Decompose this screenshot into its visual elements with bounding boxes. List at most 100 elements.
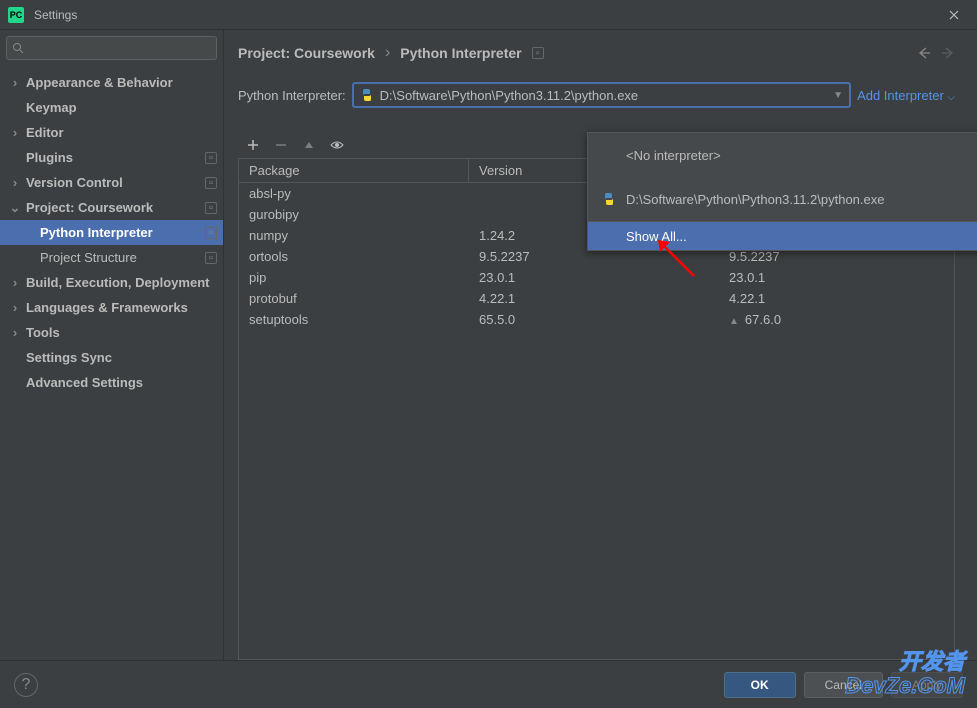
python-icon [360, 88, 374, 102]
cell-latest: 4.22.1 [719, 291, 954, 306]
upgrade-package-button[interactable] [300, 136, 318, 154]
cell-version: 65.5.0 [469, 312, 719, 327]
eye-icon [330, 138, 344, 152]
breadcrumb-separator: › [385, 44, 390, 62]
close-icon [949, 10, 959, 20]
cell-package-name: protobuf [239, 291, 469, 306]
settings-tree: › Appearance & Behavior Keymap › Editor Plugi… [0, 66, 223, 660]
content-area: Project: Coursework › Python Interpreter… [224, 30, 977, 660]
add-package-button[interactable] [244, 136, 262, 154]
tree-item-label: Python Interpreter [40, 225, 153, 240]
upgrade-icon: ▲ [729, 316, 739, 327]
interpreter-path: D:\Software\Python\Python3.11.2\python.e… [380, 88, 827, 103]
tree-item-label: Advanced Settings [26, 375, 143, 390]
chevron-icon: › [8, 126, 22, 140]
cell-package-name: setuptools [239, 312, 469, 327]
tree-item-keymap[interactable]: Keymap [0, 95, 223, 120]
cell-latest: 23.0.1 [719, 270, 954, 285]
chevron-icon: › [8, 276, 22, 290]
tree-item-settings-sync[interactable]: Settings Sync [0, 345, 223, 370]
tree-item-appearance-behavior[interactable]: › Appearance & Behavior [0, 70, 223, 95]
tree-item-build-execution-deployment[interactable]: › Build, Execution, Deployment [0, 270, 223, 295]
titlebar: PC Settings [0, 0, 977, 30]
tree-item-label: Project: Coursework [26, 200, 153, 215]
tree-item-label: Tools [26, 325, 60, 340]
interpreter-select[interactable]: D:\Software\Python\Python3.11.2\python.e… [352, 82, 851, 108]
project-scope-badge: ▫ [205, 177, 217, 189]
chevron-icon: ⌄ [8, 201, 22, 215]
interpreter-label: Python Interpreter: [238, 88, 346, 103]
tree-item-advanced-settings[interactable]: Advanced Settings [0, 370, 223, 395]
tree-item-label: Project Structure [40, 250, 137, 265]
tree-item-editor[interactable]: › Editor [0, 120, 223, 145]
settings-sidebar: › Appearance & Behavior Keymap › Editor Plugi… [0, 30, 224, 660]
table-body: absl-pygurobipynumpy1.24.21.24.2ortools9… [239, 183, 954, 659]
remove-package-button[interactable] [272, 136, 290, 154]
cell-version: 23.0.1 [469, 270, 719, 285]
cell-version: 4.22.1 [469, 291, 719, 306]
col-header-package[interactable]: Package [239, 159, 469, 182]
tree-item-label: Languages & Frameworks [26, 300, 188, 315]
project-scope-badge: ▫ [205, 152, 217, 164]
cell-version: 9.5.2237 [469, 249, 719, 264]
tree-item-tools[interactable]: › Tools [0, 320, 223, 345]
project-scope-badge: ▫ [205, 202, 217, 214]
tree-item-python-interpreter[interactable]: Python Interpreter ▫ [0, 220, 223, 245]
ok-button[interactable]: OK [724, 672, 796, 698]
tree-item-label: Version Control [26, 175, 123, 190]
cell-package-name: ortools [239, 249, 469, 264]
table-row[interactable]: setuptools65.5.0▲67.6.0 [239, 309, 954, 330]
project-scope-badge: ▫ [205, 252, 217, 264]
breadcrumb-item[interactable]: Project: Coursework [238, 45, 375, 61]
show-early-button[interactable] [328, 136, 346, 154]
triangle-up-icon [303, 139, 315, 151]
chevron-icon: › [8, 176, 22, 190]
interpreter-dropdown: <No interpreter> D:\Software\Python\Pyth… [587, 132, 977, 251]
forward-button[interactable] [941, 46, 955, 60]
table-row[interactable]: protobuf4.22.14.22.1 [239, 288, 954, 309]
cell-latest: 9.5.2237 [719, 249, 954, 264]
tree-item-label: Appearance & Behavior [26, 75, 173, 90]
plus-icon [247, 139, 259, 151]
project-scope-badge: ▫ [532, 47, 544, 59]
cancel-button[interactable]: Cancel [804, 672, 883, 698]
dropdown-show-all[interactable]: Show All... [588, 222, 977, 250]
tree-item-languages-frameworks[interactable]: › Languages & Frameworks [0, 295, 223, 320]
tree-item-plugins[interactable]: Plugins ▫ [0, 145, 223, 170]
tree-item-label: Build, Execution, Deployment [26, 275, 209, 290]
back-button[interactable] [917, 46, 931, 60]
dropdown-no-interpreter[interactable]: <No interpreter> [588, 133, 977, 177]
cell-package-name: numpy [239, 228, 469, 243]
help-button[interactable]: ? [14, 673, 38, 697]
arrow-left-icon [917, 46, 931, 60]
tree-item-label: Settings Sync [26, 350, 112, 365]
python-icon [602, 192, 616, 206]
dropdown-current-interpreter[interactable]: D:\Software\Python\Python3.11.2\python.e… [588, 177, 977, 221]
chevron-icon: › [8, 326, 22, 340]
apply-button[interactable]: Apply [891, 672, 963, 698]
tree-item-label: Keymap [26, 100, 77, 115]
window-title: Settings [34, 8, 77, 22]
search-icon [12, 42, 24, 54]
arrow-right-icon [941, 46, 955, 60]
search-input[interactable] [6, 36, 217, 60]
chevron-icon: › [8, 76, 22, 90]
app-icon: PC [8, 7, 24, 23]
tree-item-label: Editor [26, 125, 64, 140]
dialog-footer: ? OK Cancel Apply [0, 660, 977, 708]
cell-package-name: absl-py [239, 186, 469, 201]
cell-package-name: gurobipy [239, 207, 469, 222]
breadcrumb-item: Python Interpreter [400, 45, 521, 61]
cell-package-name: pip [239, 270, 469, 285]
chevron-down-icon: ▼ [833, 90, 843, 101]
chevron-icon: › [8, 301, 22, 315]
add-interpreter-link[interactable]: Add Interpreter ⌵ [857, 88, 955, 103]
breadcrumb: Project: Coursework › Python Interpreter… [238, 44, 955, 62]
tree-item-project-structure[interactable]: Project Structure ▫ [0, 245, 223, 270]
tree-item-project-coursework[interactable]: ⌄ Project: Coursework ▫ [0, 195, 223, 220]
close-button[interactable] [939, 0, 969, 30]
table-row[interactable]: pip23.0.123.0.1 [239, 267, 954, 288]
project-scope-badge: ▫ [205, 227, 217, 239]
tree-item-label: Plugins [26, 150, 73, 165]
tree-item-version-control[interactable]: › Version Control ▫ [0, 170, 223, 195]
